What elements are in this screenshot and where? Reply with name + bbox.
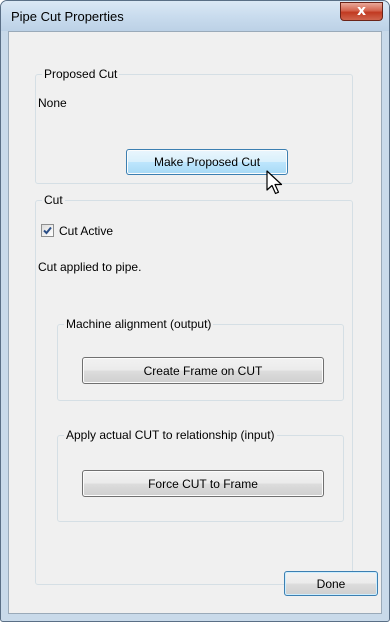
create-frame-on-cut-button[interactable]: Create Frame on CUT bbox=[82, 357, 324, 384]
cut-active-checkbox[interactable] bbox=[41, 224, 54, 237]
proposed-cut-legend: Proposed Cut bbox=[42, 67, 120, 81]
done-button[interactable]: Done bbox=[284, 571, 378, 596]
make-proposed-cut-button[interactable]: Make Proposed Cut bbox=[126, 149, 288, 175]
force-cut-to-frame-button[interactable]: Force CUT to Frame bbox=[82, 470, 324, 497]
dialog-client-area: Proposed Cut None Make Proposed Cut Cut … bbox=[8, 31, 382, 614]
checkmark-icon bbox=[43, 226, 52, 235]
apply-actual-cut-legend: Apply actual CUT to relationship (input) bbox=[64, 428, 277, 442]
cut-legend: Cut bbox=[42, 193, 65, 207]
proposed-cut-value: None bbox=[38, 96, 67, 110]
cut-status-text: Cut applied to pipe. bbox=[38, 260, 142, 274]
close-icon: x bbox=[356, 3, 367, 19]
dialog-window: Pipe Cut Properties x Proposed Cut None … bbox=[0, 0, 390, 622]
window-title: Pipe Cut Properties bbox=[11, 9, 124, 24]
machine-alignment-legend: Machine alignment (output) bbox=[64, 317, 214, 331]
cut-active-label[interactable]: Cut Active bbox=[59, 224, 113, 238]
close-button[interactable]: x bbox=[340, 2, 383, 21]
title-bar[interactable]: Pipe Cut Properties x bbox=[1, 1, 389, 31]
